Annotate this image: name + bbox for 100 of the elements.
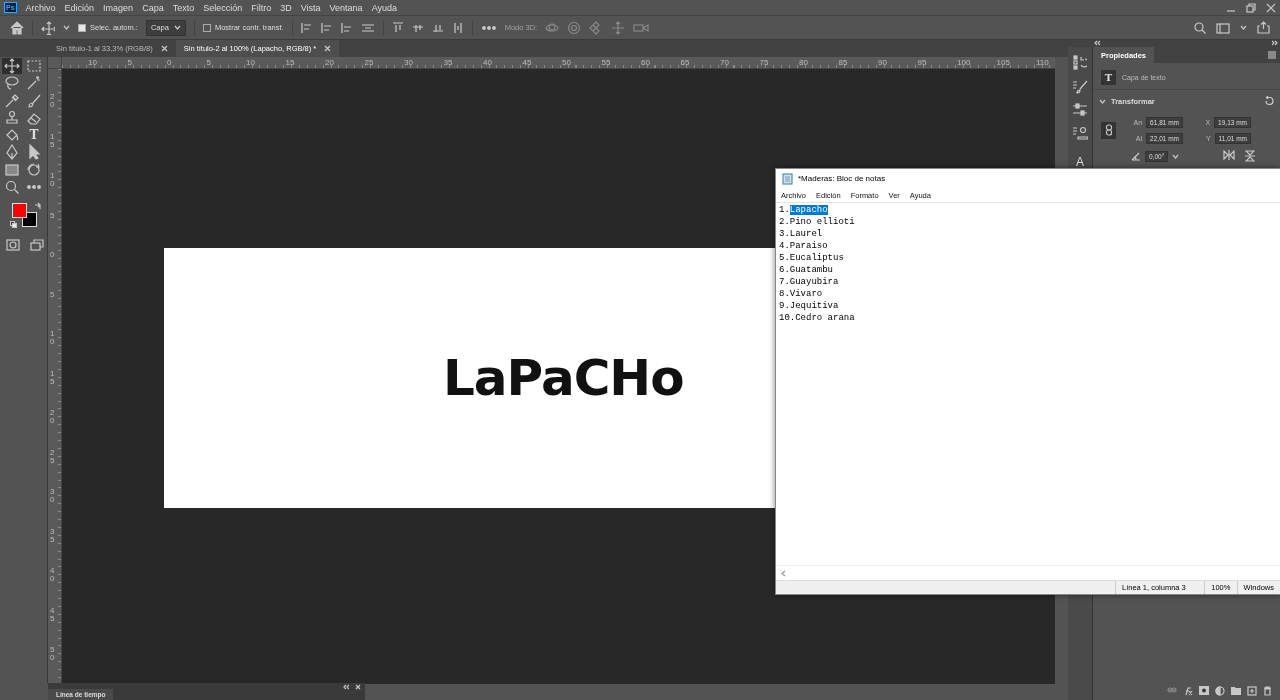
pen-icon[interactable]	[4, 144, 20, 161]
mask-icon[interactable]	[1199, 686, 1209, 695]
caret-icon[interactable]	[1240, 24, 1247, 31]
menu-item[interactable]: Imagen	[103, 2, 134, 13]
ruler-label: 50	[562, 57, 571, 68]
wand-icon[interactable]	[26, 75, 42, 92]
ruler-label: 40	[50, 567, 56, 583]
menu-item[interactable]: Archivo	[25, 2, 56, 13]
sliders-icon[interactable]	[1072, 103, 1088, 117]
caret-icon[interactable]	[63, 24, 70, 31]
trash-icon[interactable]	[1263, 686, 1272, 696]
distribute-icon[interactable]	[451, 21, 464, 34]
menu-item[interactable]: Edición	[64, 2, 95, 13]
folder-icon[interactable]	[1231, 686, 1241, 695]
close-icon[interactable]	[324, 45, 332, 52]
clone-source-icon[interactable]	[1072, 126, 1088, 140]
ruler-label: 20	[50, 93, 56, 109]
flip-horizontal-icon[interactable]	[1223, 150, 1236, 160]
caret-icon[interactable]	[1172, 152, 1180, 160]
text-area[interactable]: 1.Lapacho 2.Pino ellioti 3.Laurel 4.Paraiso 5.Eucaliptus 6.Guatambu 7.Guayubira 8.Vivaro 9.Jequitiva 10.Cedro arana	[776, 202, 1280, 565]
link-icon[interactable]	[1101, 121, 1116, 139]
quick-mask-icon[interactable]	[6, 239, 20, 252]
ruler-label: 15	[50, 369, 56, 386]
swap-icon[interactable]	[34, 202, 41, 211]
ruler-label: 110	[1036, 57, 1049, 68]
new-layer-icon[interactable]	[1247, 686, 1257, 696]
text-line: 1.Lapacho	[779, 204, 829, 216]
fx-icon[interactable]	[1183, 686, 1193, 696]
ruler-label: 65	[680, 57, 690, 68]
character-panel-button[interactable]: A	[1076, 155, 1084, 169]
restore-icon[interactable]	[1246, 2, 1256, 13]
menu-item[interactable]: Texto	[172, 2, 195, 13]
expand-icon[interactable]	[1272, 40, 1278, 46]
align-icon[interactable]	[320, 21, 333, 34]
rectangle-icon[interactable]	[4, 161, 20, 178]
lasso-icon[interactable]	[4, 75, 20, 92]
ruler-label: 35	[50, 527, 56, 544]
reset-icon[interactable]	[1264, 96, 1274, 106]
distribute-icon[interactable]	[360, 21, 375, 34]
scroll-left-icon[interactable]	[780, 569, 786, 577]
brush-settings-icon[interactable]	[1072, 80, 1088, 94]
text-line: 2.Pino ellioti	[779, 216, 856, 228]
ruler-label: 10	[246, 57, 255, 68]
stamp-icon[interactable]	[4, 109, 20, 126]
history-icon[interactable]	[1073, 55, 1087, 71]
menu-item[interactable]: Filtro	[251, 2, 272, 13]
eyedropper-icon[interactable]	[4, 92, 20, 109]
ruler-label: 10	[88, 57, 97, 68]
close-icon[interactable]	[160, 45, 168, 52]
ruler-label: 50	[50, 646, 56, 662]
ruler-label: 80	[799, 57, 808, 68]
align-icon[interactable]	[391, 21, 404, 34]
move-tool-icon[interactable]	[4, 58, 20, 74]
notepad-icon	[782, 172, 793, 185]
ruler-label: 25	[50, 448, 56, 465]
home-icon[interactable]	[10, 20, 24, 35]
zoom-icon[interactable]	[4, 179, 20, 196]
close-icon[interactable]	[1266, 2, 1276, 13]
menu-item[interactable]: Ventana	[329, 2, 363, 13]
text-line: 7.Guayubira	[779, 276, 840, 288]
window-title: *Maderas: Bloc de notas	[798, 174, 886, 183]
pointer-icon[interactable]	[26, 144, 42, 161]
adjustment-icon[interactable]	[1215, 686, 1225, 696]
foreground-swatch[interactable]	[12, 203, 27, 219]
canvas-text: LaPaCHo	[443, 349, 684, 407]
ruler-label: 45	[50, 606, 56, 623]
menu-item[interactable]: Selección	[203, 2, 243, 13]
search-icon[interactable]	[1194, 21, 1206, 34]
screen-mode-icon[interactable]	[30, 239, 44, 252]
menu-item[interactable]: 3D	[280, 2, 292, 13]
ruler-label: 25	[364, 57, 374, 68]
text-line: 9.Jequitiva	[779, 300, 840, 312]
menu-item[interactable]: Capa	[142, 2, 164, 13]
ruler-label: 30	[50, 488, 56, 504]
share-icon[interactable]	[1257, 21, 1270, 34]
text-line: 6.Guatambu	[779, 264, 835, 276]
caret-icon	[173, 24, 181, 31]
move-tool-icon[interactable]	[41, 20, 55, 35]
ruler-label: 5	[50, 290, 56, 299]
ruler-label: 90	[878, 57, 887, 68]
menu-item[interactable]: Vista	[300, 2, 321, 13]
rotate-icon[interactable]	[26, 161, 42, 178]
ruler-label: 10	[50, 172, 56, 188]
workspace-icon[interactable]	[1216, 21, 1230, 34]
ruler-label: 45	[522, 57, 532, 68]
ruler-label: 100	[957, 57, 971, 68]
align-icon[interactable]	[300, 21, 313, 34]
default-colors-icon[interactable]	[10, 221, 17, 229]
collapse-icon[interactable]	[1094, 40, 1100, 46]
flip-vertical-icon[interactable]	[1245, 150, 1256, 162]
collapse-icon[interactable]	[343, 684, 349, 690]
menu-item[interactable]: Ayuda	[371, 2, 397, 13]
brush-icon[interactable]	[26, 92, 42, 109]
align-icon[interactable]	[340, 21, 353, 34]
marquee-icon[interactable]	[26, 58, 42, 74]
caret-icon[interactable]	[1099, 97, 1106, 105]
ruler-label: 85	[838, 57, 848, 68]
close-icon[interactable]	[355, 684, 361, 690]
text-line: 3.Laurel	[779, 228, 824, 240]
type-tool[interactable]: T	[24, 127, 44, 144]
